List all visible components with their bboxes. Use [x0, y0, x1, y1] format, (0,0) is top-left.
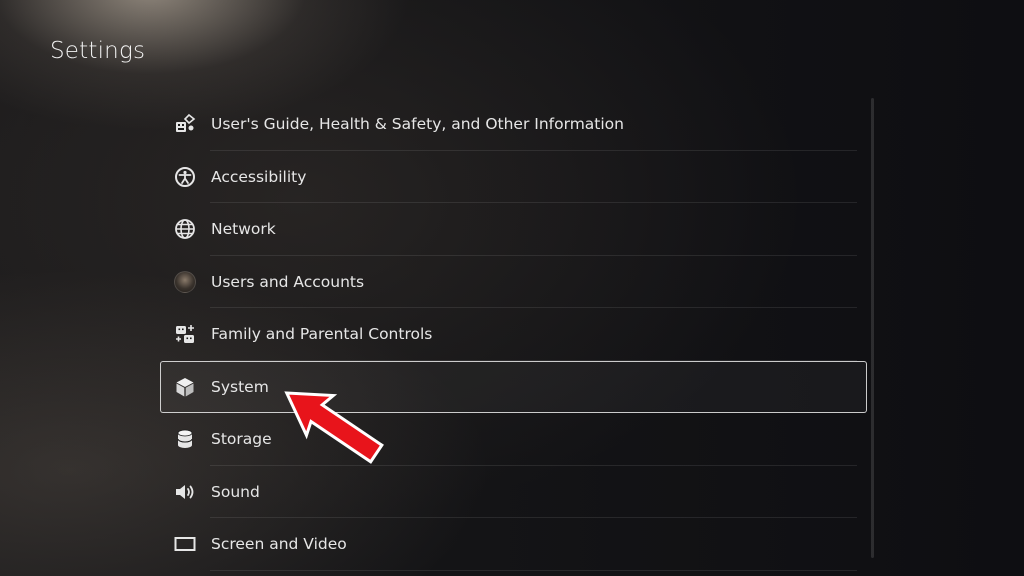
menu-item-label: Screen and Video — [211, 535, 347, 554]
speaker-icon — [174, 481, 196, 503]
storage-cylinder-icon — [174, 428, 196, 450]
page-title: Settings — [50, 38, 146, 64]
menu-item-family-parental-controls[interactable]: Family and Parental Controls — [160, 308, 857, 361]
menu-item-network[interactable]: Network — [160, 203, 857, 256]
menu-item-label: User's Guide, Health & Safety, and Other… — [211, 115, 624, 134]
menu-item-label: Family and Parental Controls — [211, 325, 433, 344]
settings-screen: Settings User's Guide, Health & Safety, … — [0, 0, 1024, 576]
user-avatar-icon — [174, 270, 196, 293]
menu-item-storage[interactable]: Storage — [160, 413, 857, 466]
menu-item-accessibility[interactable]: Accessibility — [160, 151, 857, 204]
cube-icon — [174, 376, 196, 398]
menu-item-users-guide[interactable]: User's Guide, Health & Safety, and Other… — [160, 98, 857, 151]
annotation-arrow — [284, 391, 384, 464]
menu-item-system[interactable]: System — [160, 360, 867, 413]
menu-item-label: Storage — [211, 430, 272, 449]
menu-item-screen-and-video[interactable]: Screen and Video — [160, 518, 857, 571]
menu-item-label: Sound — [211, 482, 260, 501]
family-icon — [174, 323, 196, 345]
settings-menu: User's Guide, Health & Safety, and Other… — [160, 98, 867, 571]
menu-item-label: Network — [211, 220, 276, 239]
avatar — [174, 270, 196, 293]
menu-item-label: Accessibility — [211, 167, 307, 186]
scrollbar[interactable] — [871, 98, 874, 558]
menu-item-users-and-accounts[interactable]: Users and Accounts — [160, 256, 857, 309]
menu-item-label: System — [211, 377, 269, 396]
info-cube-icon — [174, 113, 196, 135]
menu-item-sound[interactable]: Sound — [160, 466, 857, 519]
menu-item-label: Users and Accounts — [211, 272, 365, 291]
screen-icon — [174, 533, 196, 555]
globe-icon — [174, 218, 196, 240]
accessibility-icon — [174, 166, 196, 188]
